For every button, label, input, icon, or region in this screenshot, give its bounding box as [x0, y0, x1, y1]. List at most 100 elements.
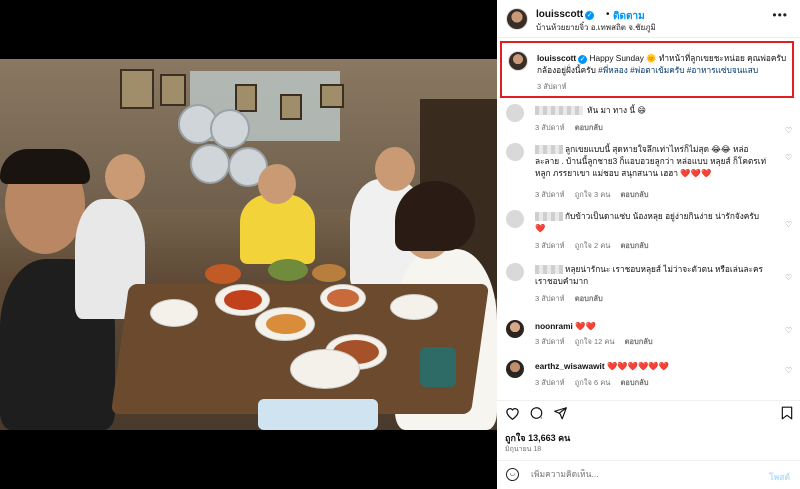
comment-meta: 3 สัปดาห์ ถูกใจ 3 คน ตอบกลับ	[535, 189, 656, 201]
comment-like-icon[interactable]: ♡	[785, 126, 792, 135]
share-icon[interactable]	[553, 406, 568, 422]
photo-food	[266, 314, 306, 334]
comment-text: ลูกเขยแบบนี้ สุดหายใจลึกเท่าไหร่ก็ไม่สุด…	[535, 144, 767, 178]
comment-username[interactable]: noonrami	[535, 321, 573, 331]
comment-likes[interactable]: ถูกใจ 2 คน	[575, 241, 611, 250]
photo-frame	[235, 84, 257, 112]
photo-food	[327, 289, 359, 307]
reply-button[interactable]: ตอบกลับ	[575, 123, 603, 132]
photo-fan	[190, 144, 230, 184]
comment-like-icon[interactable]: ♡	[785, 220, 792, 229]
person-yellow-shirt	[240, 194, 315, 264]
reply-button[interactable]: ตอบกลับ	[575, 294, 603, 303]
heart-icon[interactable]	[505, 406, 520, 422]
comment-text: หลุยน่ารักนะ เราชอบหลุยส์ ไม่ว่าจะตัวตน …	[535, 264, 764, 286]
photo-food	[312, 264, 346, 282]
comment-text: earthz_wisawawit ❤️❤️❤️❤️❤️❤️	[535, 360, 775, 372]
comment-time: 3 สัปดาห์	[535, 378, 565, 387]
comment-time: 3 สัปดาห์	[535, 241, 565, 250]
comment-item: noonrami ❤️❤️ 3 สัปดาห์ ถูกใจ 12 คน ตอบก…	[497, 320, 800, 350]
location-link[interactable]: บ้านห้วยยายจิ๋ว อ.เทพสถิต จ.ชัยภูมิ	[536, 21, 656, 34]
photo-frame	[280, 94, 302, 120]
avatar[interactable]	[506, 320, 524, 338]
avatar[interactable]	[506, 143, 524, 161]
photo-frame	[160, 74, 186, 106]
photo-plate	[390, 294, 438, 320]
photo-food	[224, 290, 262, 310]
photo-plate	[150, 299, 198, 327]
reply-button[interactable]: ตอบกลับ	[620, 241, 648, 250]
photo-fan	[210, 109, 250, 149]
person-hair	[0, 149, 90, 184]
blurred-username	[535, 106, 583, 115]
avatar[interactable]	[506, 8, 528, 30]
comment-time: 3 สัปดาห์	[535, 123, 565, 132]
comment-time: 3 สัปดาห์	[535, 294, 565, 303]
avatar[interactable]	[506, 210, 524, 228]
post-photo[interactable]	[0, 59, 497, 430]
comment-meta: 3 สัปดาห์ ถูกใจ 12 คน ตอบกลับ	[535, 336, 661, 348]
photo-plate	[290, 349, 360, 389]
caption-text: louisscott ✓ Happy Sunday 🌞 ทำหน้าที่ลูกเ…	[537, 52, 789, 76]
comment-username[interactable]: earthz_wisawawit	[535, 361, 605, 371]
avatar[interactable]	[506, 360, 524, 378]
post-header: louisscott ✓ • ติดตาม บ้านห้วยยายจิ๋ว อ.เ…	[497, 0, 800, 38]
comment-time: 3 สัปดาห์	[535, 337, 565, 346]
comment-likes[interactable]: ถูกใจ 6 คน	[575, 378, 611, 387]
comment-text: หัน มา ทาง นี้ 😄	[587, 105, 646, 115]
person-head	[105, 154, 145, 200]
avatar[interactable]	[506, 263, 524, 281]
comment-item: ลูกเขยแบบนี้ สุดหายใจลึกเท่าไหร่ก็ไม่สุด…	[497, 143, 800, 199]
photo-frame	[120, 69, 154, 109]
comment-like-icon[interactable]: ♡	[785, 273, 792, 282]
reply-button[interactable]: ตอบกลับ	[620, 378, 648, 387]
comment-like-icon[interactable]: ♡	[785, 326, 792, 335]
comment-like-icon[interactable]: ♡	[785, 153, 792, 162]
comment-time: 3 สัปดาห์	[535, 190, 565, 199]
comment-likes[interactable]: ถูกใจ 3 คน	[575, 190, 611, 199]
comment-icon[interactable]	[529, 406, 544, 422]
verified-badge-icon: ✓	[578, 55, 588, 64]
reply-button[interactable]: ตอบกลับ	[625, 337, 653, 346]
avatar[interactable]	[508, 51, 528, 71]
avatar[interactable]	[506, 104, 524, 122]
username-text[interactable]: louisscott	[536, 9, 583, 20]
post-comment-button[interactable]: โพสต์	[769, 470, 790, 484]
comment-item: กับข้าวเป็นดาแซ่บ น้องหลุย อยู่ง่ายกินง่…	[497, 210, 800, 256]
emoji-icon[interactable]: ◡	[506, 468, 519, 481]
verified-badge-icon: ✓	[585, 11, 595, 20]
photo-food	[268, 259, 308, 281]
caption-time: 3 สัปดาห์	[537, 82, 567, 91]
comment-meta: 3 สัปดาห์ ถูกใจ 6 คน ตอบกลับ	[535, 377, 656, 389]
post-date: มิถุนายน 18	[505, 446, 542, 453]
person-head	[375, 147, 415, 191]
comment-likes[interactable]: ถูกใจ 12 คน	[575, 337, 615, 346]
comment-like-icon[interactable]: ♡	[785, 366, 792, 375]
comment-text: กับข้าวเป็นดาแซ่บ น้องหลุย อยู่ง่ายกินง่…	[535, 211, 760, 233]
add-comment-bar: ◡ โพสต์	[497, 460, 800, 489]
comment-meta: 3 สัปดาห์ ถูกใจ 2 คน ตอบกลับ	[535, 240, 656, 252]
comment-body: ❤️❤️❤️❤️❤️❤️	[606, 361, 669, 371]
caption-username[interactable]: louisscott	[537, 53, 576, 63]
header-username[interactable]: louisscott ✓	[536, 9, 595, 20]
person-hair	[395, 181, 475, 251]
comment-meta: 3 สัปดาห์ ตอบกลับ	[535, 122, 611, 134]
comment-text: noonrami ❤️❤️	[535, 320, 775, 332]
person-head	[258, 164, 296, 204]
action-bar	[497, 400, 800, 422]
reply-button[interactable]: ตอบกลับ	[620, 190, 648, 199]
caption-highlight: louisscott ✓ Happy Sunday 🌞 ทำหน้าที่ลูกเ…	[500, 41, 794, 98]
photo-container	[420, 347, 456, 387]
comment-item: หลุยน่ารักนะ เราชอบหลุยส์ ไม่ว่าจะตัวตน …	[497, 263, 800, 309]
more-icon[interactable]: •••	[772, 8, 788, 22]
photo-basket	[258, 399, 378, 430]
comment-body: ❤️❤️	[575, 321, 596, 331]
likes-count[interactable]: ถูกใจ 13,663 คน	[505, 431, 570, 445]
bookmark-icon[interactable]	[781, 406, 793, 422]
comment-item: หัน มา ทาง นี้ 😄 3 สัปดาห์ ตอบกลับ ♡	[497, 104, 800, 135]
comment-item: earthz_wisawawit ❤️❤️❤️❤️❤️❤️ 3 สัปดาห์ …	[497, 360, 800, 392]
comment-input[interactable]	[531, 469, 751, 479]
separator-dot: •	[606, 9, 610, 20]
caption-hashtags[interactable]: #พี่หลอง #พ่อตาเข้มครับ #อาหารแซ่บจนแสบ	[598, 65, 758, 75]
post-side-panel: louisscott ✓ • ติดตาม บ้านห้วยยายจิ๋ว อ.เ…	[497, 0, 800, 489]
